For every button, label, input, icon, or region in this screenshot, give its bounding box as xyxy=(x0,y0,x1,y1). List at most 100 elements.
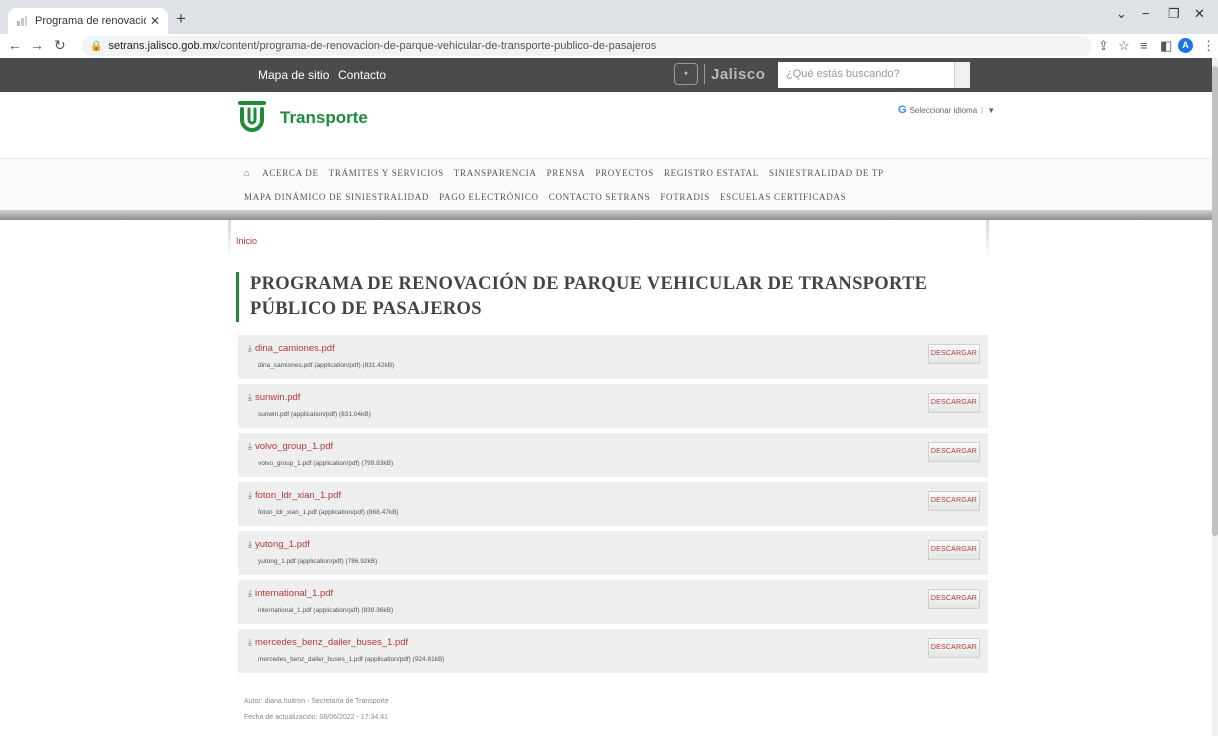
translate-divider: | xyxy=(981,105,984,115)
jalisco-seal-icon: ✦ xyxy=(674,63,698,85)
file-item: ⤓ dina_camiones.pdf dina_camiones.pdf (ap… xyxy=(238,335,988,379)
google-g-icon: G xyxy=(898,104,907,116)
nav-item-escuelas[interactable]: ESCUELAS CERTIFICADAS xyxy=(720,192,846,202)
search-button[interactable] xyxy=(954,62,970,88)
download-icon: ⤓ xyxy=(248,637,252,647)
file-name: volvo_group_1.pdf xyxy=(254,441,334,452)
page-scrollbar-thumb[interactable] xyxy=(1212,66,1218,536)
page-favicon-icon xyxy=(16,15,28,27)
site-search-input[interactable]: ¿Qué estás buscando? xyxy=(778,62,954,88)
side-panel-icon[interactable]: ◧ xyxy=(1160,38,1172,54)
file-meta: volvo_group_1.pdf (application/pdf) (799… xyxy=(258,460,394,467)
nav-item-prensa[interactable]: PRENSA xyxy=(547,168,586,178)
close-window-icon[interactable]: ✕ xyxy=(1194,6,1205,22)
brand-name[interactable]: Transporte xyxy=(280,108,368,128)
url-path: /content/programa-de-renovacion-de-parqu… xyxy=(217,40,657,52)
logo-separator xyxy=(704,64,705,84)
download-button[interactable]: DESCARGAR xyxy=(928,638,980,658)
file-link[interactable]: ⤓ yutong_1.pdf xyxy=(248,539,310,550)
tab-close-icon[interactable]: ✕ xyxy=(150,14,160,28)
file-list: ⤓ dina_camiones.pdf dina_camiones.pdf (ap… xyxy=(238,335,988,678)
file-item: ⤓ mercedes_benz_dailer_buses_1.pdf merced… xyxy=(238,629,988,673)
panel-shadow-left xyxy=(228,220,231,260)
file-link[interactable]: ⤓ volvo_group_1.pdf xyxy=(248,441,333,452)
translate-label: Seleccionar idioma xyxy=(909,105,978,115)
file-meta: sunwin.pdf (application/pdf) (831.04kB) xyxy=(258,411,371,418)
nav-item-contacto-setrans[interactable]: CONTACTO SETRANS xyxy=(549,192,651,202)
minimize-icon[interactable]: − xyxy=(1142,6,1150,21)
file-name: mercedes_benz_dailer_buses_1.pdf xyxy=(254,637,409,648)
file-item: ⤓ foton_ldr_xian_1.pdf foton_ldr_xian_1.p… xyxy=(238,482,988,526)
browser-tab[interactable]: Programa de renovación de parq ✕ xyxy=(8,8,168,34)
download-icon: ⤓ xyxy=(248,490,252,500)
tab-search-icon[interactable]: ⌄ xyxy=(1116,6,1127,22)
nav-row-1: ⌂ ACERCA DE TRÁMITES Y SERVICIOS TRANSPA… xyxy=(244,168,884,178)
url-host: setrans.jalisco.gob.mx xyxy=(108,40,218,52)
home-icon[interactable]: ⌂ xyxy=(244,168,250,178)
download-icon: ⤓ xyxy=(248,441,252,451)
file-name: sunwin.pdf xyxy=(254,392,301,403)
nav-item-tramites[interactable]: TRÁMITES Y SERVICIOS xyxy=(329,168,444,178)
browser-tabstrip: Programa de renovación de parq ✕ + ⌄ − ❐… xyxy=(0,0,1218,34)
file-link[interactable]: ⤓ international_1.pdf xyxy=(248,588,333,599)
download-button[interactable]: DESCARGAR xyxy=(928,442,980,462)
nav-item-siniestralidad[interactable]: SINIESTRALIDAD DE TP xyxy=(769,168,884,178)
nav-row-2: MAPA DINÁMICO DE SINIESTRALIDAD PAGO ELE… xyxy=(244,192,846,202)
sitemap-link[interactable]: Mapa de sitio xyxy=(258,68,329,82)
nav-item-proyectos[interactable]: PROYECTOS xyxy=(595,168,654,178)
nav-item-acerca[interactable]: ACERCA DE xyxy=(262,168,319,178)
transporte-logo-icon[interactable] xyxy=(236,100,268,134)
file-name: dina_camiones.pdf xyxy=(254,343,335,354)
download-button[interactable]: DESCARGAR xyxy=(928,540,980,560)
bookmark-star-icon[interactable]: ☆ xyxy=(1118,38,1130,54)
new-tab-button[interactable]: + xyxy=(176,9,186,29)
download-button[interactable]: DESCARGAR xyxy=(928,393,980,413)
address-toolbar: ← → ↻ 🔒 setrans.jalisco.gob.mx /content/… xyxy=(0,34,1218,58)
translate-dropdown-arrow: ▼ xyxy=(987,105,996,115)
jalisco-logo[interactable]: ✦ Jalisco xyxy=(674,63,765,85)
file-link[interactable]: ⤓ sunwin.pdf xyxy=(248,392,300,403)
jalisco-logo-text: Jalisco xyxy=(711,65,766,83)
nav-item-fotradis[interactable]: FOTRADIS xyxy=(660,192,710,202)
nav-divider-bar xyxy=(0,210,1212,220)
file-link[interactable]: ⤓ foton_ldr_xian_1.pdf xyxy=(248,490,341,501)
breadcrumb[interactable]: Inicio xyxy=(236,236,257,246)
file-link[interactable]: ⤓ dina_camiones.pdf xyxy=(248,343,335,354)
download-icon: ⤓ xyxy=(248,539,252,549)
reload-icon[interactable]: ↻ xyxy=(54,37,66,54)
download-button[interactable]: DESCARGAR xyxy=(928,491,980,511)
main-nav: ⌂ ACERCA DE TRÁMITES Y SERVICIOS TRANSPA… xyxy=(0,158,1212,210)
nav-item-mapa-dinamico[interactable]: MAPA DINÁMICO DE SINIESTRALIDAD xyxy=(244,192,429,202)
profile-avatar[interactable]: A xyxy=(1178,38,1193,53)
file-meta: mercedes_benz_dailer_buses_1.pdf (applic… xyxy=(258,656,445,663)
site-topbar: Mapa de sitio Contacto ✦ Jalisco ¿Qué es… xyxy=(0,58,1212,92)
file-link[interactable]: ⤓ mercedes_benz_dailer_buses_1.pdf xyxy=(248,637,408,648)
reading-list-icon[interactable]: ≡ xyxy=(1140,38,1148,53)
download-button[interactable]: DESCARGAR xyxy=(928,344,980,364)
panel-shadow-right xyxy=(986,220,989,260)
share-icon[interactable]: ⇪ xyxy=(1098,38,1109,54)
contact-link[interactable]: Contacto xyxy=(338,68,386,82)
updated-date-text: Fecha de actualización: 08/06/2022 - 17:… xyxy=(244,714,388,721)
lock-icon: 🔒 xyxy=(90,40,103,52)
nav-item-registro[interactable]: REGISTRO ESTATAL xyxy=(664,168,759,178)
tab-title: Programa de renovación de parq xyxy=(35,15,146,27)
translate-widget[interactable]: G Seleccionar idioma | ▼ xyxy=(898,104,995,116)
page-title: PROGRAMA DE RENOVACIÓN DE PARQUE VEHICUL… xyxy=(236,272,976,322)
file-meta: yutong_1.pdf (application/pdf) (786.92kB… xyxy=(258,558,378,565)
download-icon: ⤓ xyxy=(248,588,252,598)
file-name: yutong_1.pdf xyxy=(254,539,310,550)
download-icon: ⤓ xyxy=(248,392,252,402)
file-item: ⤓ volvo_group_1.pdf volvo_group_1.pdf (ap… xyxy=(238,433,988,477)
file-name: international_1.pdf xyxy=(254,588,334,599)
back-icon[interactable]: ← xyxy=(8,37,22,53)
forward-icon[interactable]: → xyxy=(30,37,44,53)
nav-item-pago[interactable]: PAGO ELECTRÓNICO xyxy=(439,192,539,202)
download-button[interactable]: DESCARGAR xyxy=(928,589,980,609)
url-bar[interactable]: 🔒 setrans.jalisco.gob.mx /content/progra… xyxy=(82,36,1092,56)
nav-item-transparencia[interactable]: TRANSPARENCIA xyxy=(454,168,537,178)
file-meta: dina_camiones.pdf (application/pdf) (831… xyxy=(258,362,395,369)
menu-kebab-icon[interactable]: ⋮ xyxy=(1202,38,1215,54)
restore-icon[interactable]: ❐ xyxy=(1168,6,1180,22)
author-text: Autor: diana.huitron - Secretaría de Tra… xyxy=(244,698,389,705)
